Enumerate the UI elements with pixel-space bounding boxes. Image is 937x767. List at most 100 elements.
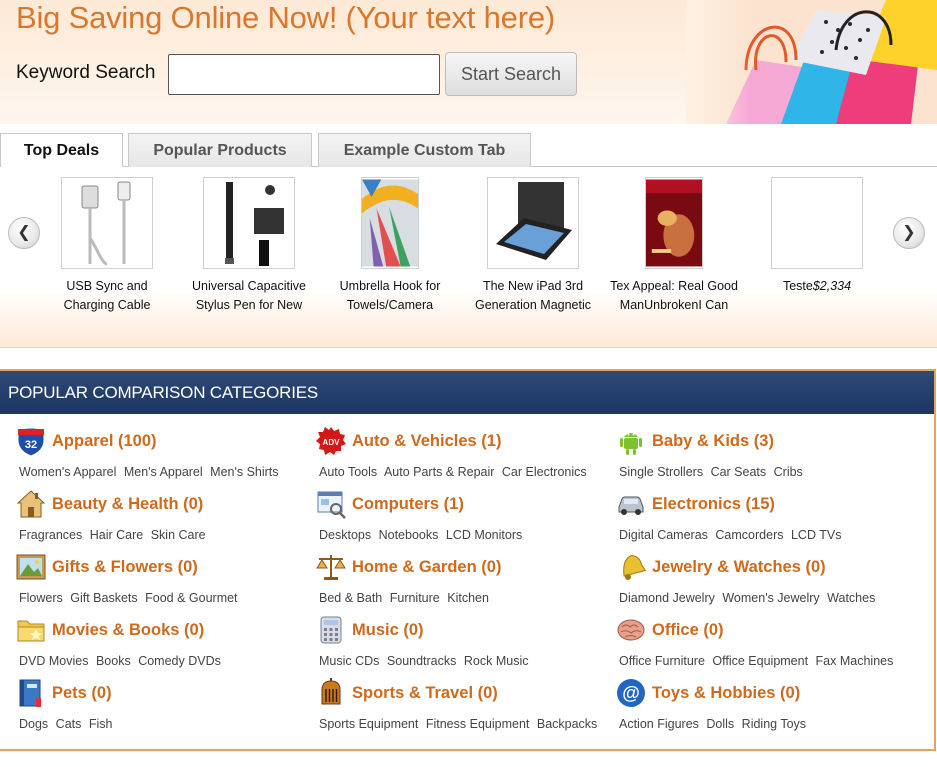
subcategory-link[interactable]: Furniture: [390, 591, 440, 605]
chevron-right-icon: ❯: [902, 224, 916, 241]
subcategory-link[interactable]: Fitness Equipment: [426, 717, 530, 731]
product-name-line2: Charging Cable: [63, 298, 151, 312]
category-title: Toys & Hobbies (0): [652, 683, 801, 702]
product-card[interactable]: The New iPad 3rd Generation Magnetic: [468, 177, 598, 315]
subcategory-link[interactable]: Auto Parts & Repair: [384, 465, 494, 479]
category-baby-kids: Baby & Kids (3) Single Strollers Car Sea…: [616, 425, 916, 480]
subcategory-link[interactable]: Car Seats: [711, 465, 767, 479]
subcategory-link[interactable]: Car Electronics: [502, 465, 587, 479]
category-link[interactable]: Beauty & Health (0): [16, 488, 316, 520]
category-link[interactable]: ADV Auto & Vehicles (1): [316, 425, 616, 457]
subcategory-link[interactable]: LCD Monitors: [446, 528, 522, 542]
subcategory-link[interactable]: Skin Care: [151, 528, 206, 542]
subcategory-link[interactable]: Bed & Bath: [319, 591, 382, 605]
category-link[interactable]: Electronics (15): [616, 488, 916, 520]
subcategory-link[interactable]: Notebooks: [379, 528, 439, 542]
category-link[interactable]: Gifts & Flowers (0): [16, 551, 316, 583]
product-carousel: ❮ ❯ USB Sync and Charging Cable Universa…: [0, 167, 937, 348]
carousel-prev-button[interactable]: ❮: [8, 217, 40, 249]
subcategory-link[interactable]: Cats: [56, 717, 82, 731]
subcategory-link[interactable]: LCD TVs: [791, 528, 841, 542]
subcategory-link[interactable]: Flowers: [19, 591, 63, 605]
category-pets: Pets (0) Dogs Cats Fish: [16, 677, 316, 731]
category-title: Beauty & Health (0): [52, 494, 204, 513]
product-card[interactable]: USB Sync and Charging Cable: [42, 177, 172, 315]
product-card[interactable]: Umbrella Hook for Towels/Camera: [325, 177, 455, 315]
at-sign-icon: @: [617, 679, 645, 707]
category-link[interactable]: @ Toys & Hobbies (0): [616, 677, 916, 709]
keyword-search-input[interactable]: [168, 54, 440, 95]
category-apparel: 32 Apparel (100) Women's Apparel Men's A…: [16, 425, 316, 479]
category-link[interactable]: Home & Garden (0): [316, 551, 616, 583]
category-title: Electronics (15): [652, 494, 775, 513]
tab-top-deals[interactable]: Top Deals: [0, 133, 123, 168]
subcategory-link[interactable]: Kitchen: [447, 591, 489, 605]
category-link[interactable]: 32 Apparel (100): [16, 425, 316, 457]
subcategory-link[interactable]: Office Equipment: [712, 654, 808, 668]
subcategory-link[interactable]: Gift Baskets: [70, 591, 137, 605]
subcategory-link[interactable]: Food & Gourmet: [145, 591, 237, 605]
subcategory-link[interactable]: Rock Music: [464, 654, 529, 668]
subcategory-link[interactable]: Women's Jewelry: [722, 591, 819, 605]
carousel-next-button[interactable]: ❯: [893, 217, 925, 249]
subcategory-link[interactable]: Digital Cameras: [619, 528, 708, 542]
subcategory-link[interactable]: Comedy DVDs: [138, 654, 221, 668]
subcategory-link[interactable]: Fragrances: [19, 528, 82, 542]
category-movies-books: Movies & Books (0) DVD Movies Books Come…: [16, 614, 316, 668]
subcategory-link[interactable]: Desktops: [319, 528, 371, 542]
subcategory-link[interactable]: Office Furniture: [619, 654, 705, 668]
subcategory-link[interactable]: Backpacks: [537, 717, 597, 731]
subcategory-link[interactable]: Soundtracks: [387, 654, 456, 668]
subcategory-link[interactable]: Action Figures: [619, 717, 699, 731]
subcategory-link[interactable]: Cribs: [774, 465, 803, 479]
category-gifts-flowers: Gifts & Flowers (0) Flowers Gift Baskets…: [16, 551, 316, 605]
product-name-line1: Universal Capacitive: [192, 279, 306, 293]
start-search-button[interactable]: Start Search: [445, 52, 577, 96]
subcategory-link[interactable]: Women's Apparel: [19, 465, 116, 479]
category-title: Auto & Vehicles (1): [352, 431, 502, 450]
subcategory-link[interactable]: Dolls: [706, 717, 734, 731]
category-title: Apparel (100): [52, 431, 157, 450]
category-link[interactable]: Baby & Kids (3): [616, 425, 916, 457]
subcategory-link[interactable]: DVD Movies: [19, 654, 88, 668]
subcategory-link[interactable]: Fish: [89, 717, 113, 731]
subcategory-link[interactable]: Hair Care: [90, 528, 144, 542]
product-card[interactable]: Teste$2,334: [752, 177, 882, 315]
product-name-line1: Umbrella Hook for: [339, 279, 441, 293]
subcategory-link[interactable]: Men's Apparel: [124, 465, 203, 479]
subcategory-link[interactable]: Single Strollers: [619, 465, 703, 479]
folder-icon: [17, 620, 45, 642]
category-link[interactable]: Pets (0): [16, 677, 316, 709]
subcategory-link[interactable]: Auto Tools: [319, 465, 377, 479]
category-link[interactable]: Sports & Travel (0): [316, 677, 616, 709]
calculator-icon: [320, 616, 342, 644]
book-icon: [19, 679, 41, 707]
product-name-line1: Tex Appeal: Real Good: [610, 279, 738, 293]
computer-window-icon: [317, 491, 346, 519]
subcategory-link[interactable]: Diamond Jewelry: [619, 591, 715, 605]
category-toys-hobbies: @ Toys & Hobbies (0) Action Figures Doll…: [616, 677, 916, 731]
category-link[interactable]: Office (0): [616, 614, 916, 646]
subcategory-link[interactable]: Watches: [827, 591, 875, 605]
subcategory-link[interactable]: Dogs: [19, 717, 48, 731]
category-link[interactable]: Computers (1): [316, 488, 616, 520]
category-home-garden: Home & Garden (0) Bed & Bath Furniture K…: [316, 551, 616, 605]
category-title: Home & Garden (0): [352, 557, 502, 576]
subcategory-link[interactable]: Books: [96, 654, 131, 668]
category-link[interactable]: Jewelry & Watches (0): [616, 551, 916, 583]
subcategory-link[interactable]: Music CDs: [319, 654, 379, 668]
category-link[interactable]: Movies & Books (0): [16, 614, 316, 646]
subcategory-link[interactable]: Sports Equipment: [319, 717, 418, 731]
subcategory-link[interactable]: Fax Machines: [816, 654, 894, 668]
bell-icon: [623, 555, 646, 580]
category-link[interactable]: Music (0): [316, 614, 616, 646]
product-card[interactable]: Tex Appeal: Real Good ManUnbrokenI Can S…: [609, 177, 739, 315]
product-card[interactable]: Universal Capacitive Stylus Pen for New: [184, 177, 314, 315]
category-electronics: Electronics (15) Digital Cameras Camcord…: [616, 488, 916, 542]
product-name-line2: Stylus Pen for New: [195, 298, 303, 312]
subcategory-link[interactable]: Men's Shirts: [210, 465, 278, 479]
subcategory-link[interactable]: Camcorders: [715, 528, 783, 542]
subcategory-link[interactable]: Riding Toys: [742, 717, 806, 731]
tab-popular-products[interactable]: Popular Products: [128, 133, 312, 167]
tab-example-custom[interactable]: Example Custom Tab: [318, 133, 531, 167]
